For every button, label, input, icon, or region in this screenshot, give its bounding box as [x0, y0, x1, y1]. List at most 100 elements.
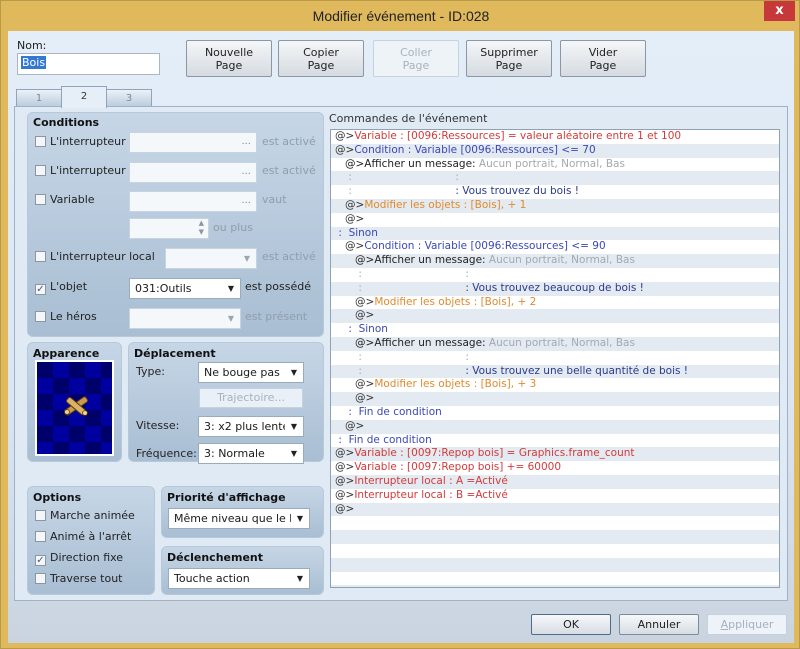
ellipsis-icon[interactable]: ... — [241, 166, 251, 177]
command-row[interactable]: : Sinon — [331, 226, 779, 241]
command-row[interactable]: : : — [331, 268, 779, 282]
sprite-preview[interactable] — [35, 360, 114, 456]
tab-page-1[interactable]: 1 — [16, 89, 62, 107]
command-row[interactable]: @>Variable : [0096:Ressources] = valeur … — [331, 130, 779, 144]
clear-page-label: Vider — [588, 46, 618, 59]
actor-dropdown[interactable]: ▼ — [129, 308, 241, 329]
apply-mnemonic: A — [720, 618, 729, 631]
command-row[interactable] — [331, 557, 779, 572]
window-title: Modifier événement - ID:028 — [312, 8, 490, 24]
through-checkbox[interactable]: Traverse tout — [35, 572, 123, 588]
clear-page-button[interactable]: Vider Page — [560, 40, 646, 77]
spinner-arrows-icon[interactable]: ▲ ▼ — [199, 219, 204, 237]
command-row[interactable]: @> — [331, 213, 779, 227]
tab-page-2[interactable]: 2 — [61, 86, 107, 108]
item-checkbox[interactable]: ✓ L'objet — [35, 280, 87, 296]
command-row[interactable]: @>Condition : Variable [0096:Ressources]… — [331, 240, 779, 254]
title-bar[interactable]: Modifier événement - ID:028 x — [1, 1, 800, 31]
cancel-button[interactable]: Annuler — [619, 614, 699, 635]
command-segment: Fin de condition — [358, 405, 442, 418]
stepping-anim-checkbox[interactable]: Animé à l'arrêt — [35, 530, 131, 546]
command-row[interactable]: @>Interrupteur local : A =Activé — [331, 474, 779, 489]
command-segment: @> — [335, 240, 365, 253]
apply-button[interactable]: Appliquer — [707, 614, 787, 635]
command-segment: @> — [335, 461, 355, 474]
tab-page-3[interactable]: 3 — [106, 89, 152, 107]
command-row[interactable] — [331, 544, 779, 558]
speed-dropdown[interactable]: 3: x2 plus lente ▼ — [198, 416, 304, 437]
movement-type-dropdown[interactable]: Ne bouge pas ▼ — [198, 362, 304, 383]
ok-button[interactable]: OK — [531, 614, 611, 635]
command-segment: : — [335, 226, 349, 239]
variable-checkbox[interactable]: Variable — [35, 193, 95, 209]
item-dropdown[interactable]: 031:Outils ▼ — [129, 278, 241, 299]
walking-anim-checkbox[interactable]: Marche animée — [35, 509, 135, 525]
commands-label: Commandes de l'événement — [329, 112, 488, 125]
ellipsis-icon[interactable]: ... — [241, 136, 251, 147]
self-switch-dropdown[interactable]: ▼ — [165, 248, 257, 269]
command-row[interactable]: @>Modifier les objets : [Bois], + 2 — [331, 296, 779, 310]
trigger-title: Déclenchement — [167, 551, 263, 564]
switch2-field[interactable]: ... — [129, 162, 257, 183]
command-row[interactable]: : : Vous trouvez une belle quantité de b… — [331, 364, 779, 379]
name-value: Bois — [21, 56, 47, 69]
command-row[interactable]: @> — [331, 392, 779, 406]
command-row[interactable]: : : Vous trouvez beaucoup de bois ! — [331, 281, 779, 296]
variable-field[interactable]: ... — [129, 191, 257, 212]
command-row[interactable]: : Fin de condition — [331, 406, 779, 420]
chevron-down-icon: ▼ — [290, 368, 297, 377]
conditions-title: Conditions — [33, 116, 100, 129]
close-button[interactable]: x — [764, 1, 795, 21]
event-commands-list[interactable]: @>Variable : [0096:Ressources] = valeur … — [330, 129, 780, 588]
name-input[interactable]: Bois — [17, 53, 160, 75]
command-row[interactable]: @>Condition : Variable [0096:Ressources]… — [331, 143, 779, 158]
chevron-down-icon: ▼ — [290, 449, 297, 458]
command-row[interactable]: @>Modifier les objets : [Bois], + 1 — [331, 198, 779, 213]
command-segment: Modifier les objets : [Bois], + 2 — [374, 295, 537, 308]
command-row[interactable]: : : — [331, 171, 779, 186]
command-row[interactable]: @> — [331, 309, 779, 324]
command-row[interactable]: @>Variable : [0097:Repop bois] += 60000 — [331, 461, 779, 475]
self-switch-checkbox[interactable]: L'interrupteur local — [35, 250, 155, 266]
command-row[interactable]: : : — [331, 351, 779, 365]
command-row[interactable]: @>Afficher un message: Aucun portrait, N… — [331, 158, 779, 172]
copy-page-button[interactable]: Copier Page — [278, 40, 364, 77]
command-row[interactable]: @>Modifier les objets : [Bois], + 3 — [331, 378, 779, 392]
walking-anim-label: Marche animée — [50, 509, 135, 522]
command-segment: @> — [335, 143, 355, 156]
clear-page-label-2: Page — [589, 59, 617, 72]
command-segment: @> — [335, 212, 365, 225]
item-value: 031:Outils — [135, 282, 192, 295]
command-row[interactable]: : : Vous trouvez du bois ! — [331, 185, 779, 199]
command-row[interactable]: @>Variable : [0097:Repop bois] = Graphic… — [331, 447, 779, 462]
route-button[interactable]: Trajectoire... — [199, 388, 303, 408]
chevron-down-icon: ▼ — [296, 574, 303, 583]
command-row[interactable]: @>Afficher un message: Aucun portrait, N… — [331, 254, 779, 268]
command-segment: @> — [335, 392, 375, 405]
delete-page-button[interactable]: Supprimer Page — [466, 40, 552, 77]
command-row[interactable]: @>Afficher un message: Aucun portrait, N… — [331, 336, 779, 351]
command-row[interactable] — [331, 572, 779, 586]
command-row[interactable]: @> — [331, 419, 779, 434]
command-row[interactable] — [331, 585, 779, 587]
command-row[interactable]: @>Interrupteur local : B =Activé — [331, 489, 779, 503]
command-row[interactable]: : Sinon — [331, 323, 779, 337]
command-row[interactable] — [331, 530, 779, 544]
switch1-field[interactable]: ... — [129, 132, 257, 153]
copy-page-label-2: Page — [307, 59, 335, 72]
new-page-button[interactable]: Nouvelle Page — [186, 40, 272, 77]
paste-page-button[interactable]: Coller Page — [373, 40, 459, 77]
command-row[interactable]: @> — [331, 502, 779, 517]
switch1-checkbox[interactable]: L'interrupteur — [35, 135, 126, 151]
direction-fix-checkbox[interactable]: ✓ Direction fixe — [35, 551, 123, 567]
ellipsis-icon[interactable]: ... — [241, 195, 251, 206]
actor-checkbox[interactable]: Le héros — [35, 310, 97, 326]
command-segment: Fin de condition — [348, 433, 432, 446]
command-row[interactable]: : Fin de condition — [331, 434, 779, 448]
trigger-dropdown[interactable]: Touche action ▼ — [168, 568, 310, 589]
switch2-checkbox[interactable]: L'interrupteur — [35, 164, 126, 180]
variable-value-spinner[interactable]: ▲ ▼ — [129, 218, 209, 239]
frequency-dropdown[interactable]: 3: Normale ▼ — [198, 443, 304, 464]
priority-dropdown[interactable]: Même niveau que le héros ▼ — [168, 508, 310, 529]
command-row[interactable] — [331, 516, 779, 530]
